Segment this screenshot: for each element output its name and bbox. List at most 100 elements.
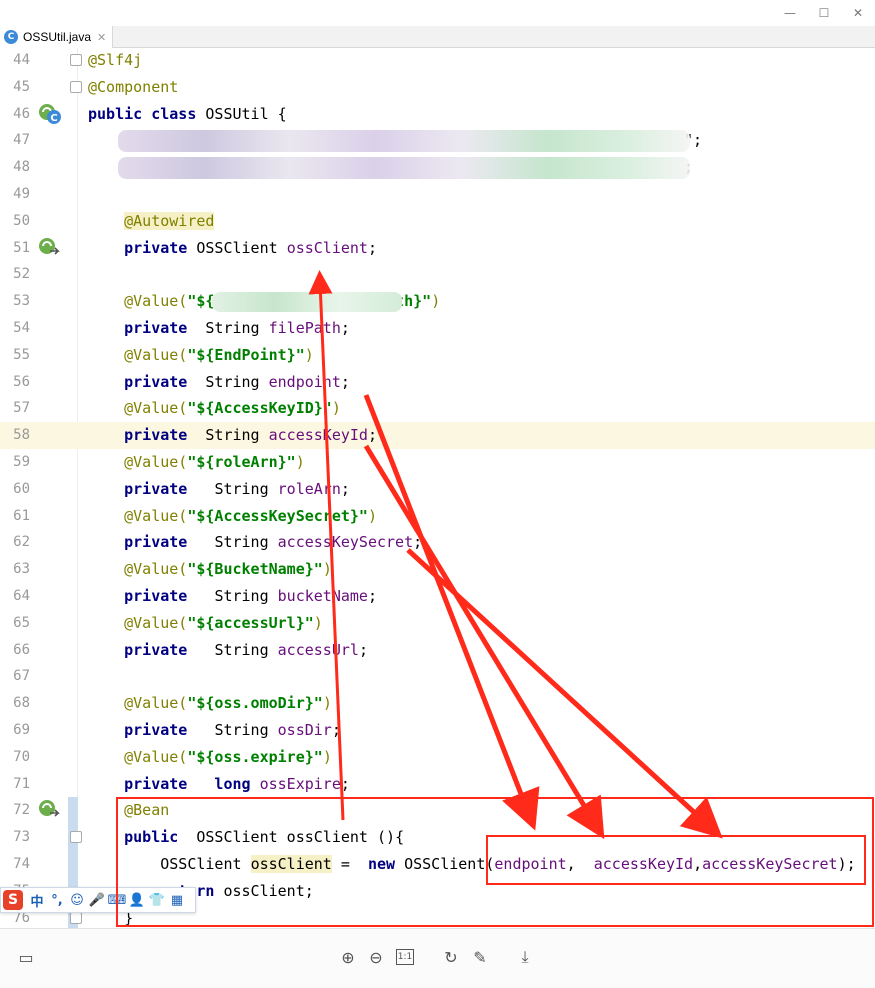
code-token: endpoint: [494, 855, 567, 873]
line-number: 74: [13, 856, 30, 872]
ime-button[interactable]: °,: [47, 893, 67, 908]
code-text: @Bean: [88, 797, 169, 824]
java-class-icon: C: [4, 30, 18, 44]
code-token: String: [214, 721, 278, 739]
code-token: private: [124, 721, 215, 739]
fold-marker-icon[interactable]: [70, 80, 82, 93]
code-line[interactable]: 63 @Value("${BucketName}"): [0, 556, 875, 583]
zoom-in-icon[interactable]: ⊕: [338, 947, 358, 967]
code-token: ;: [367, 587, 377, 605]
line-number: 50: [13, 212, 30, 229]
code-line[interactable]: 60 private String roleArn;: [0, 476, 875, 503]
code-line[interactable]: 59 @Value("${roleArn}"): [0, 449, 875, 476]
code-line[interactable]: 74 OSSClient ossClient = new OSSClient(e…: [0, 851, 875, 878]
code-line[interactable]: 67: [0, 663, 875, 690]
code-line[interactable]: 46 public class OSSUtil {: [0, 101, 875, 128]
code-line[interactable]: 55 @Value("${EndPoint}"): [0, 342, 875, 369]
window-controls: — ☐ ✕: [773, 0, 875, 26]
fold-marker-icon[interactable]: [70, 54, 82, 66]
ime-button[interactable]: 🎤: [87, 893, 107, 908]
ime-button[interactable]: ▦: [167, 893, 187, 908]
code-line[interactable]: 70 @Value("${oss.expire}"): [0, 744, 875, 771]
ime-button[interactable]: 中: [27, 891, 47, 910]
code-line[interactable]: 64 private String bucketName;: [0, 583, 875, 610]
code-line[interactable]: 57 @Value("${AccessKeyID}"): [0, 395, 875, 422]
panel-toggle-icon[interactable]: ▭: [16, 947, 36, 967]
code-token: ;: [413, 533, 423, 552]
tab-ossutil-java[interactable]: C OSSUtil.java ✕: [0, 26, 114, 48]
code-line[interactable]: 44 @Slf4j: [0, 48, 875, 74]
code-token: );: [837, 855, 856, 873]
edit-icon[interactable]: ✎: [470, 947, 490, 967]
code-line[interactable]: 54 private String filePath;: [0, 315, 875, 342]
code-token: ): [322, 694, 332, 713]
viewer-toolbar: ▭ ⊕ ⊖ 1:1 ↻ ✎ ⤓: [0, 928, 875, 988]
code-text: @Value("${AccessKeySecret}"): [88, 503, 377, 530]
line-number: 67: [13, 668, 30, 685]
code-token: bucketName: [277, 587, 368, 605]
code-token: ): [331, 399, 341, 418]
code-line[interactable]: 56 private String endpoint;: [0, 369, 875, 396]
spring-bean-class-icon[interactable]: C: [38, 103, 61, 125]
code-line[interactable]: 52: [0, 261, 875, 288]
code-token: accessUrl: [277, 640, 359, 659]
code-token: ): [367, 506, 377, 525]
code-line[interactable]: 69 private String ossDir;: [0, 717, 875, 744]
spring-bean-icon[interactable]: [38, 237, 60, 259]
code-token: String: [205, 372, 269, 391]
code-line[interactable]: 65 @Value("${accessUrl}"): [0, 610, 875, 637]
code-token: String: [214, 640, 278, 659]
code-line[interactable]: 45 @Component: [0, 74, 875, 101]
line-number: 49: [13, 186, 30, 202]
close-button[interactable]: ✕: [841, 0, 875, 26]
code-token: "${BucketName}": [187, 560, 323, 579]
code-line[interactable]: 66 private String accessUrl;: [0, 637, 875, 664]
code-line[interactable]: 49: [0, 181, 875, 208]
code-token: "${oss.omoDir}": [187, 694, 323, 713]
code-token: OSSClient: [88, 855, 251, 873]
code-token: "${AccessKeySecret}": [187, 506, 368, 525]
code-text: @Value("${roleArn}"): [88, 449, 305, 476]
line-number: 61: [13, 507, 30, 524]
code-editor[interactable]: 44 @Slf4j 45 @Component 46 public class OSSUt…: [0, 48, 875, 928]
fold-marker-icon[interactable]: [70, 831, 82, 844]
code-line[interactable]: 71 private long ossExpire;: [0, 771, 875, 798]
line-number: 53: [13, 293, 30, 310]
line-number: 63: [13, 561, 30, 578]
code-line[interactable]: 72 @Bean: [0, 797, 875, 824]
code-line[interactable]: 73 public OSSClient ossClient (){: [0, 824, 875, 851]
line-number: 65: [13, 614, 30, 631]
sogou-logo-icon[interactable]: S: [3, 890, 23, 910]
ime-button[interactable]: ⌨: [107, 893, 127, 908]
minimize-button[interactable]: —: [773, 0, 807, 26]
zoom-out-icon[interactable]: ⊖: [366, 947, 386, 967]
code-token: String: [205, 319, 269, 337]
code-token: ;: [331, 721, 341, 739]
code-token: ;: [340, 319, 350, 337]
rotate-icon[interactable]: ↻: [441, 947, 461, 967]
spring-bean-icon[interactable]: [38, 799, 60, 821]
code-line[interactable]: 58 private String accessKeyId;: [0, 422, 875, 449]
code-line[interactable]: 50 @Autowired: [0, 208, 875, 235]
maximize-button[interactable]: ☐: [807, 0, 841, 26]
code-line[interactable]: 62 private String accessKeySecret;: [0, 529, 875, 556]
ime-button[interactable]: 👕: [147, 893, 167, 908]
code-text: private String endpoint;: [88, 369, 350, 396]
ime-button[interactable]: ☺: [67, 893, 87, 908]
code-line[interactable]: 51 private OSSClient ossClient;: [0, 235, 875, 262]
download-icon[interactable]: ⤓: [515, 947, 535, 967]
actual-size-icon[interactable]: 1:1: [396, 949, 414, 965]
code-line[interactable]: 61 @Value("${AccessKeySecret}"): [0, 503, 875, 530]
fold-marker-icon[interactable]: [70, 911, 82, 924]
code-line[interactable]: 68 @Value("${oss.omoDir}"): [0, 690, 875, 717]
code-text: OSSClient ossClient = new OSSClient(endp…: [88, 851, 856, 878]
ime-button[interactable]: 👤: [127, 893, 147, 908]
code-token: ): [431, 292, 441, 311]
code-line[interactable]: 53 @Value("${a th}"): [0, 288, 875, 315]
tab-close-icon[interactable]: ✕: [97, 31, 106, 44]
code-token: String: [214, 479, 278, 498]
